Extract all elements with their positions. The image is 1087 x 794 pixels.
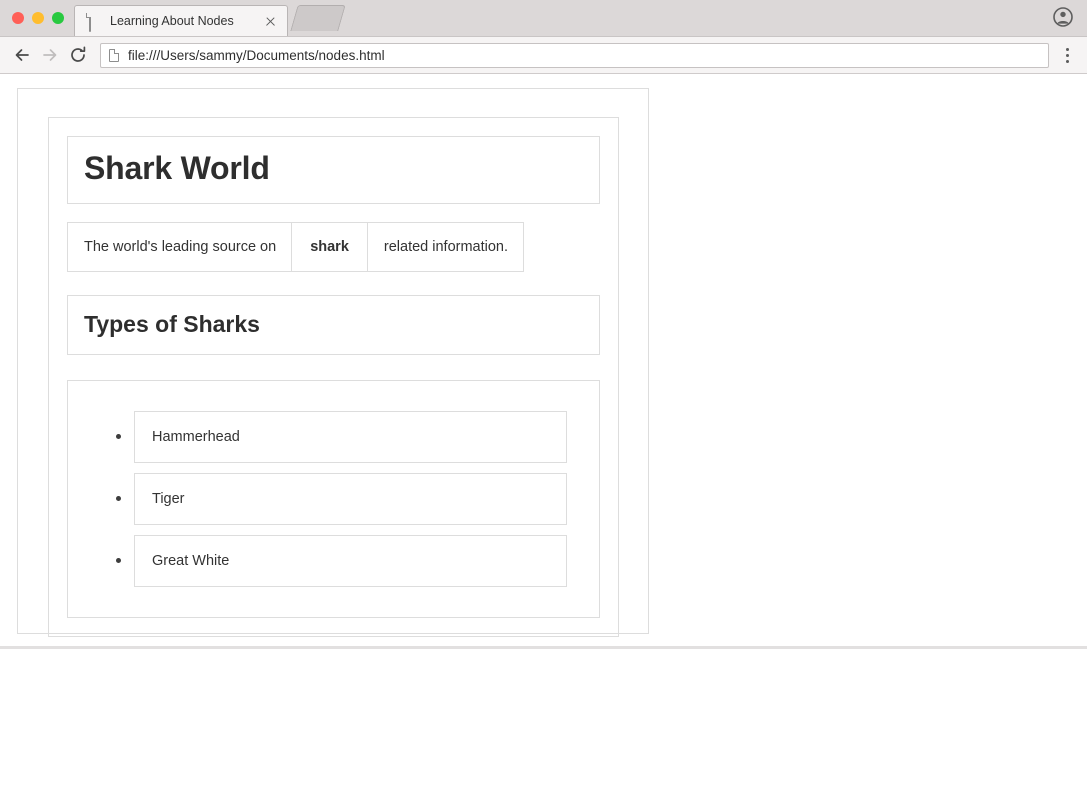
list-item: Tiger bbox=[86, 472, 567, 525]
new-tab-placeholder[interactable] bbox=[290, 5, 346, 31]
bullet-icon bbox=[116, 558, 121, 564]
shark-types-list-container: Hammerhead Tiger Great White bbox=[67, 379, 600, 618]
intro-paragraph: The world's leading source on shark rela… bbox=[67, 221, 600, 272]
tab-list: Learning About Nodes bbox=[74, 0, 346, 36]
document-body-node: Shark World The world's leading source o… bbox=[17, 88, 649, 637]
section-heading: Types of Sharks bbox=[67, 294, 600, 355]
list-item: Hammerhead bbox=[86, 410, 567, 463]
bullet-icon bbox=[116, 434, 121, 440]
browser-toolbar: file:///Users/sammy/Documents/nodes.html bbox=[0, 37, 1087, 74]
list-item-label: Tiger bbox=[134, 472, 567, 525]
url-bar[interactable]: file:///Users/sammy/Documents/nodes.html bbox=[100, 42, 1049, 68]
url-favicon-document-icon bbox=[109, 48, 119, 62]
document-container-node: Shark World The world's leading source o… bbox=[48, 117, 619, 637]
window-controls bbox=[0, 12, 74, 36]
page-title: Shark World bbox=[67, 136, 600, 204]
tab-title: Learning About Nodes bbox=[110, 14, 234, 28]
browser-tab-learning-about-nodes[interactable]: Learning About Nodes bbox=[74, 5, 288, 36]
url-input[interactable]: file:///Users/sammy/Documents/nodes.html bbox=[128, 48, 385, 63]
arrow-left-icon[interactable] bbox=[8, 41, 36, 69]
browser-window: Learning About Nodes file:///Users/sammy… bbox=[0, 0, 1087, 794]
paragraph-strong-segment: shark bbox=[291, 221, 368, 272]
reload-icon[interactable] bbox=[64, 41, 92, 69]
paragraph-text-segment: The world's leading source on bbox=[67, 221, 293, 272]
window-maximize-button[interactable] bbox=[52, 12, 64, 24]
page-viewport: Shark World The world's leading source o… bbox=[0, 74, 1087, 649]
bullet-icon bbox=[116, 496, 121, 502]
window-minimize-button[interactable] bbox=[32, 12, 44, 24]
tab-strip: Learning About Nodes bbox=[0, 0, 1087, 37]
paragraph-text-segment: related information. bbox=[366, 221, 525, 272]
tab-favicon-document-icon bbox=[89, 12, 101, 32]
more-vertical-icon[interactable] bbox=[1055, 41, 1079, 69]
shark-types-list: Hammerhead Tiger Great White bbox=[68, 381, 599, 617]
window-close-button[interactable] bbox=[12, 12, 24, 24]
list-item-label: Hammerhead bbox=[134, 410, 567, 463]
account-circle-icon[interactable] bbox=[1051, 5, 1075, 29]
list-item: Great White bbox=[86, 534, 567, 587]
tab-close-icon[interactable] bbox=[262, 13, 279, 30]
arrow-right-icon bbox=[36, 41, 64, 69]
list-item-label: Great White bbox=[134, 534, 567, 587]
